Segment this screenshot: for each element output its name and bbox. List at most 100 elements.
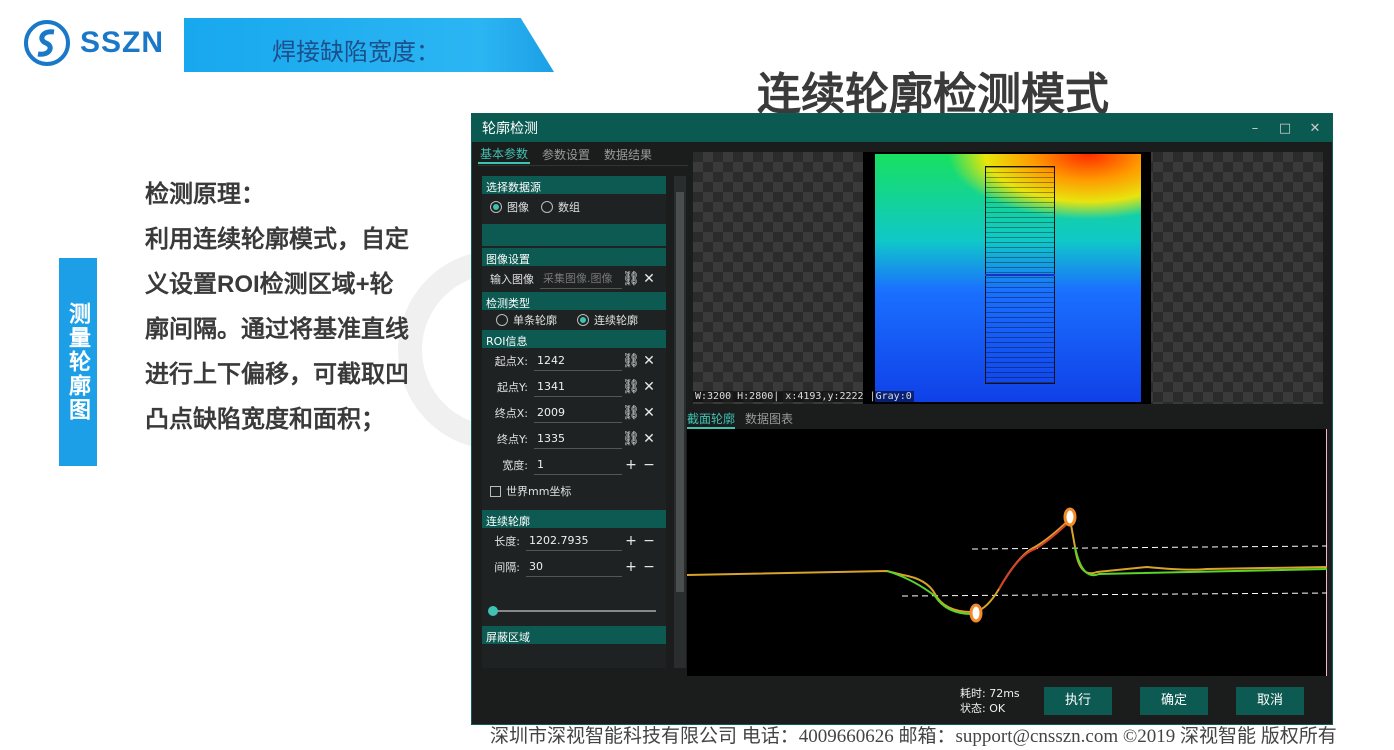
window-footer: 耗时: 72ms 状态: OK 执行 确定 取消 <box>472 676 1332 724</box>
link-icon[interactable]: ⛓ <box>622 379 640 395</box>
radio-image-label: 图像 <box>507 201 529 214</box>
logo-text: SSZN <box>80 26 165 59</box>
interval-input[interactable]: 30 <box>526 557 622 577</box>
plus-icon[interactable]: + <box>622 533 640 549</box>
radio-array-label: 数组 <box>558 201 580 214</box>
profile-svg <box>686 507 1328 623</box>
start-x-input[interactable]: 1242 <box>534 351 622 371</box>
section-image-settings: 图像设置 <box>482 248 666 266</box>
image-viewer[interactable]: W:3200 H:2800| x:4193,y:2222 |Gray:0 <box>693 152 1323 404</box>
section-roi: ROI信息 <box>482 330 666 348</box>
tab-basic-params[interactable]: 基本参数 <box>478 145 531 164</box>
run-stats: 耗时: 72ms 状态: OK <box>960 686 1020 716</box>
profile-plot[interactable] <box>686 429 1328 677</box>
principle-line: 利用连续轮廓模式，自定 <box>145 226 409 253</box>
heatmap-fill <box>875 154 1141 402</box>
profile-curve-inner <box>886 546 1328 616</box>
interval-label: 间隔: <box>494 561 520 574</box>
profile-curve-peak <box>998 520 1071 590</box>
valley-marker[interactable] <box>969 603 983 623</box>
minus-icon[interactable]: − <box>640 559 658 575</box>
tab-data-results[interactable]: 数据结果 <box>602 146 654 163</box>
principle-line: 义设置ROI检测区域+轮 <box>145 271 394 298</box>
maximize-icon[interactable]: □ <box>1278 121 1292 136</box>
confirm-button[interactable]: 确定 <box>1140 687 1208 715</box>
panel-scrollbar[interactable] <box>674 176 686 668</box>
profile-curve-outer <box>686 516 1328 614</box>
end-x-input[interactable]: 2009 <box>534 403 622 423</box>
clear-icon[interactable]: ✕ <box>640 353 658 369</box>
view-tabs: 截面轮廓 数据图表 <box>687 410 793 429</box>
radio-array[interactable] <box>541 201 553 213</box>
end-y-input[interactable]: 1335 <box>534 429 622 449</box>
radio-continuous-contour[interactable] <box>577 314 589 326</box>
link-icon[interactable]: ⛓ <box>622 353 640 369</box>
cancel-button[interactable]: 取消 <box>1236 687 1304 715</box>
scrollbar-thumb[interactable] <box>676 192 684 592</box>
end-x-label: 终点X: <box>494 407 528 420</box>
section-detect-type: 检测类型 <box>482 292 666 310</box>
start-y-label: 起点Y: <box>497 381 528 394</box>
radio-continuous-contour-label: 连续轮廓 <box>594 314 638 327</box>
radio-single-contour[interactable] <box>496 314 508 326</box>
tab-data-chart[interactable]: 数据图表 <box>745 410 793 429</box>
parameter-form: 选择数据源 图像 数组 图像设置 输入图像 采集图像.图像 ⛓ ✕ 检测类型 单… <box>482 176 666 668</box>
world-mm-label: 世界mm坐标 <box>506 485 572 498</box>
plus-icon[interactable]: + <box>622 457 640 473</box>
depth-heatmap-image <box>863 152 1151 404</box>
image-status-readout: W:3200 H:2800| x:4193,y:2222 |Gray:0 <box>693 391 914 402</box>
section-mask-area: 屏蔽区域 <box>482 626 666 644</box>
length-input[interactable]: 1202.7935 <box>526 531 622 551</box>
peak-marker[interactable] <box>1063 507 1077 527</box>
start-y-input[interactable]: 1341 <box>534 377 622 397</box>
clear-icon[interactable]: ✕ <box>640 379 658 395</box>
principle-line: 凸点缺陷宽度和面积； <box>145 406 385 433</box>
link-icon[interactable]: ⛓ <box>622 271 640 287</box>
link-icon[interactable]: ⛓ <box>622 405 640 421</box>
tab-cross-section[interactable]: 截面轮廓 <box>687 410 736 429</box>
run-status: 状态: OK <box>960 702 1006 715</box>
parameter-tabs: 基本参数 参数设置 数据结果 <box>478 144 688 166</box>
section-data-source: 选择数据源 <box>482 176 666 194</box>
minus-icon[interactable]: − <box>640 457 658 473</box>
execute-button[interactable]: 执行 <box>1044 687 1112 715</box>
clear-icon[interactable]: ✕ <box>640 271 658 287</box>
width-label: 宽度: <box>502 459 528 472</box>
radio-single-contour-label: 单条轮廓 <box>513 314 557 327</box>
window-titlebar[interactable]: 轮廓检测 – □ ✕ <box>472 114 1332 142</box>
minimize-icon[interactable]: – <box>1248 121 1262 136</box>
radio-image[interactable] <box>490 201 502 213</box>
window-title: 轮廓检测 <box>482 121 538 137</box>
topic-text: 焊接缺陷宽度： <box>272 39 440 66</box>
interval-slider[interactable] <box>488 606 656 616</box>
elapsed-time: 耗时: 72ms <box>960 687 1020 700</box>
slider-handle[interactable] <box>488 606 498 616</box>
plus-icon[interactable]: + <box>622 559 640 575</box>
clear-icon[interactable]: ✕ <box>640 405 658 421</box>
upper-reference-line <box>971 545 1328 550</box>
sszn-logo-icon <box>24 20 70 66</box>
section-continuous-contour: 连续轮廓 <box>482 510 666 528</box>
principle-heading: 检测原理： <box>145 181 265 208</box>
input-image-label: 输入图像 <box>490 273 534 286</box>
lower-reference-line <box>901 592 1328 597</box>
clear-icon[interactable]: ✕ <box>640 431 658 447</box>
link-icon[interactable]: ⛓ <box>622 431 640 447</box>
width-input[interactable]: 1 <box>534 455 622 475</box>
principle-line: 廓间隔。通过将基准直线 <box>145 316 409 343</box>
sszn-logo: SSZN <box>24 20 164 66</box>
length-label: 长度: <box>494 535 520 548</box>
parameter-panel: 基本参数 参数设置 数据结果 选择数据源 图像 数组 图像设置 输入图像 采集图… <box>478 144 688 674</box>
close-icon[interactable]: ✕ <box>1308 121 1322 136</box>
input-image-field[interactable]: 采集图像.图像 <box>540 269 622 289</box>
start-x-label: 起点X: <box>494 355 528 368</box>
minus-icon[interactable]: − <box>640 533 658 549</box>
roi-baseline[interactable] <box>985 274 1055 276</box>
principle-text: 检测原理： 利用连续轮廓模式，自定 义设置ROI检测区域+轮 廓间隔。通过将基准… <box>145 172 435 442</box>
end-y-label: 终点Y: <box>497 433 528 446</box>
world-mm-checkbox[interactable] <box>490 485 501 497</box>
topic-banner: 焊接缺陷宽度： <box>184 18 554 72</box>
company-footer: 深圳市深视智能科技有限公司 电话：4009660626 邮箱：support@c… <box>490 726 1337 747</box>
contour-detection-window: 轮廓检测 – □ ✕ 基本参数 参数设置 数据结果 选择数据源 图像 数组 图像… <box>471 113 1333 725</box>
tab-param-settings[interactable]: 参数设置 <box>540 146 592 163</box>
